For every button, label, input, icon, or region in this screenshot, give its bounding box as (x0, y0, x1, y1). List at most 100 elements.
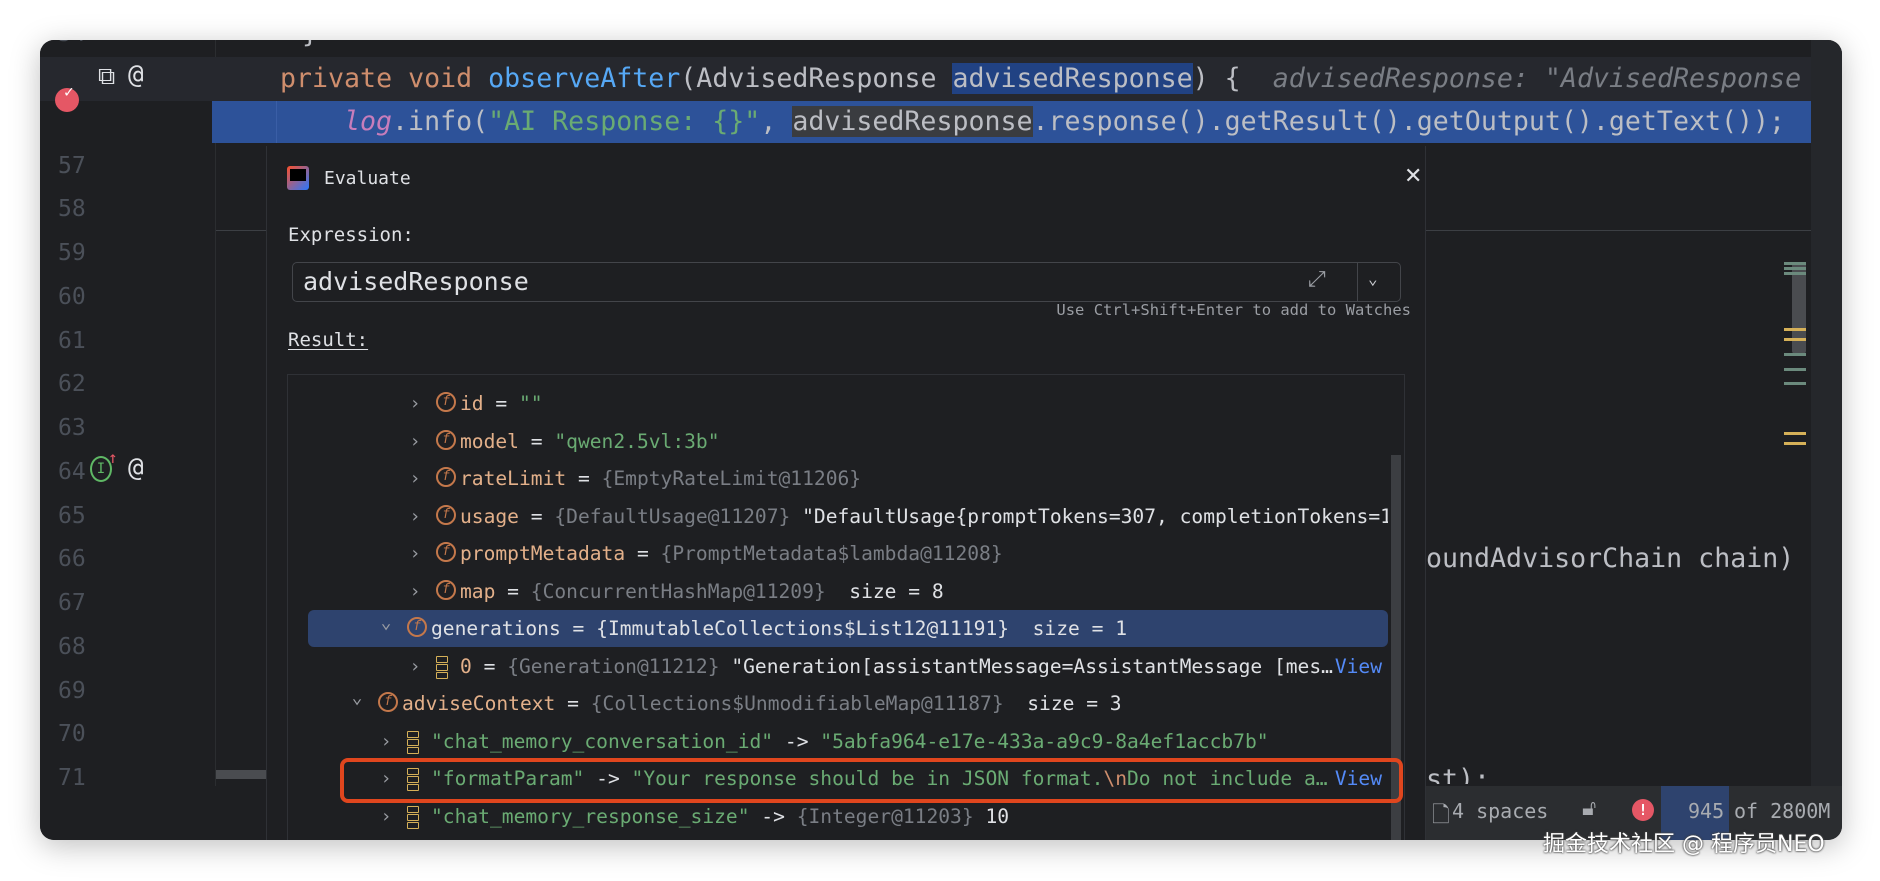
tree-row[interactable]: › f usage = {DefaultUsage@11207} "DefaultU… (288, 498, 1388, 535)
variable-name: adviseContext (402, 692, 556, 715)
value-text: = (518, 504, 555, 528)
code-line-71-fragment[interactable]: st); (1426, 758, 1490, 784)
field-icon: f (436, 467, 456, 487)
line-number[interactable]: 69 (58, 669, 98, 713)
line-number[interactable]: 65 (58, 494, 98, 538)
scroll-marker[interactable] (1784, 353, 1806, 356)
tree-row-text: adviseContext = {Collections$Unmodifiabl… (402, 685, 1388, 722)
chevron-right-icon[interactable]: › (405, 460, 425, 497)
field-icon: f (436, 392, 456, 412)
unlock-icon[interactable]: 🔓︎ (1582, 796, 1596, 821)
tree-row[interactable]: › f model = "qwen2.5vl:3b" (288, 423, 1388, 460)
scroll-marker[interactable] (1784, 442, 1806, 445)
scroll-marker[interactable] (1784, 382, 1806, 385)
chevron-right-icon[interactable]: › (405, 385, 425, 422)
indent-setting[interactable]: 4 spaces (1452, 799, 1548, 823)
line-number[interactable]: 57 (58, 144, 98, 188)
tree-row-text: promptMetadata = {PromptMetadata$lambda@… (460, 535, 1388, 572)
value-text: = (495, 579, 531, 603)
chevron-right-icon[interactable]: › (405, 648, 425, 685)
value-text: = (555, 692, 591, 715)
expression-value[interactable]: advisedResponse (303, 263, 529, 301)
chevron-right-icon[interactable]: › (376, 798, 396, 835)
expand-icon[interactable]: ⤢ (1308, 267, 1326, 292)
line-number[interactable]: 58 (58, 187, 98, 231)
value-text: size = 1 (1009, 617, 1128, 640)
tree-row[interactable]: › "chat_memory_conversation_id" -> "5abfa… (288, 723, 1388, 760)
horizontal-scrollbar[interactable] (216, 770, 266, 779)
value-text: -> (749, 804, 797, 828)
scroll-marker[interactable] (1784, 432, 1806, 435)
field-icon: f (436, 542, 456, 562)
scroll-marker[interactable] (1784, 328, 1806, 331)
line-number[interactable]: 66 (58, 537, 98, 581)
result-tree[interactable]: › f id = "" › f model = "qwen2.5vl:3b" › f rateL… (287, 374, 1405, 840)
tree-row[interactable]: › f rateLimit = {EmptyRateLimit@11206} (288, 460, 1388, 497)
line-number[interactable]: 63 (58, 406, 98, 450)
scroll-marker[interactable] (1784, 272, 1806, 275)
code-text: .info( (392, 106, 489, 137)
line-number[interactable]: 59 (58, 231, 98, 275)
line-number[interactable]: 62 (58, 362, 98, 406)
overrides-icon[interactable]: ⧉ (98, 62, 115, 90)
line-number[interactable]: 61 (58, 319, 98, 363)
line-number[interactable]: 70 (58, 712, 98, 756)
logo-mark (290, 169, 306, 181)
code-line-56[interactable]: log.info("AI Response: {}", advisedRespo… (344, 100, 1785, 144)
map-entry-icon (407, 805, 419, 829)
code-line-55[interactable]: private void observeAfter(AdvisedRespons… (280, 57, 1801, 101)
variable-name: id (460, 392, 484, 415)
tree-row[interactable]: › f promptMetadata = {PromptMetadata$lambd… (288, 535, 1388, 572)
value-text: -> (773, 729, 821, 753)
line-number[interactable]: 60 (58, 275, 98, 319)
tree-row[interactable]: › f id = "" (288, 385, 1388, 422)
code-line-66-fragment[interactable]: oundAdvisorChain chain) (1426, 537, 1794, 581)
scroll-marker[interactable] (1784, 267, 1806, 270)
scroll-marker[interactable] (1784, 368, 1806, 371)
value-text: "Generation[assistantMessage=AssistantMe… (719, 654, 1333, 678)
breakpoint-icon[interactable]: ✓ (55, 82, 79, 112)
chevron-right-icon[interactable]: › (405, 573, 425, 610)
close-icon[interactable]: ✕ (1404, 164, 1422, 189)
object-ref: {DefaultUsage@11207} (554, 504, 791, 528)
code-line-54: } (302, 40, 318, 56)
keyword: void (408, 63, 473, 94)
tree-row-text: "chat_memory_conversation_id" -> "5abfa9… (431, 723, 1388, 760)
chevron-right-icon[interactable]: › (405, 423, 425, 460)
variable-name: 0 (460, 654, 472, 678)
chevron-right-icon[interactable]: › (405, 535, 425, 572)
chevron-right-icon[interactable]: › (405, 498, 425, 535)
line-gutter: 545556575859606162636465666768697071 (40, 40, 213, 840)
value-text: = (518, 429, 555, 453)
line-number[interactable]: 68 (58, 625, 98, 669)
annotation-icon[interactable]: @ (128, 60, 144, 90)
chevron-down-icon[interactable]: ⌄ (347, 679, 367, 716)
expression-input[interactable]: advisedResponse ⤢ ⌄ (292, 262, 1401, 302)
scroll-marker[interactable] (1784, 338, 1806, 341)
scroll-marker[interactable] (1784, 262, 1806, 265)
tree-row[interactable]: › "chat_memory_response_size" -> {Integer… (288, 798, 1388, 835)
tree-row[interactable]: › 0 = {Generation@11212} "Generation[assi… (288, 648, 1388, 685)
chevron-right-icon[interactable]: › (376, 723, 396, 760)
chevron-down-icon[interactable]: ⌄ (376, 604, 396, 641)
code-text: ) { (1192, 63, 1241, 94)
annotation-icon[interactable]: @ (128, 453, 144, 483)
line-number[interactable]: 71 (58, 756, 98, 800)
keyword: private (280, 63, 393, 94)
error-icon[interactable]: ! (1632, 799, 1654, 821)
tree-row[interactable]: › f map = {ConcurrentHashMap@11209} size =… (288, 573, 1388, 610)
view-link[interactable]: View (1335, 648, 1382, 685)
history-dropdown-icon[interactable]: ⌄ (1368, 269, 1378, 288)
ide-window: 545556575859606162636465666768697071 } p… (40, 40, 1842, 840)
value-text: 10 (973, 804, 1010, 828)
usage-highlight: advisedResponse (792, 106, 1033, 137)
object-ref: {PromptMetadata$lambda@11208} (660, 542, 1003, 565)
field-icon: f (436, 504, 456, 525)
tree-row[interactable]: ⌄ f adviseContext = {Collections$Unmodifia… (288, 685, 1388, 722)
value-text: "5abfa964-e17e-433a-a9c9-8a4ef1accb7b" (820, 729, 1269, 753)
map-entry-icon (436, 655, 448, 679)
line-number[interactable]: 67 (58, 581, 98, 625)
line-number[interactable]: 54 (58, 40, 98, 56)
file-settings-icon[interactable]: 🗋 (1432, 798, 1450, 836)
tree-row[interactable]: ⌄ f generations = {ImmutableCollections$Li… (288, 610, 1388, 647)
